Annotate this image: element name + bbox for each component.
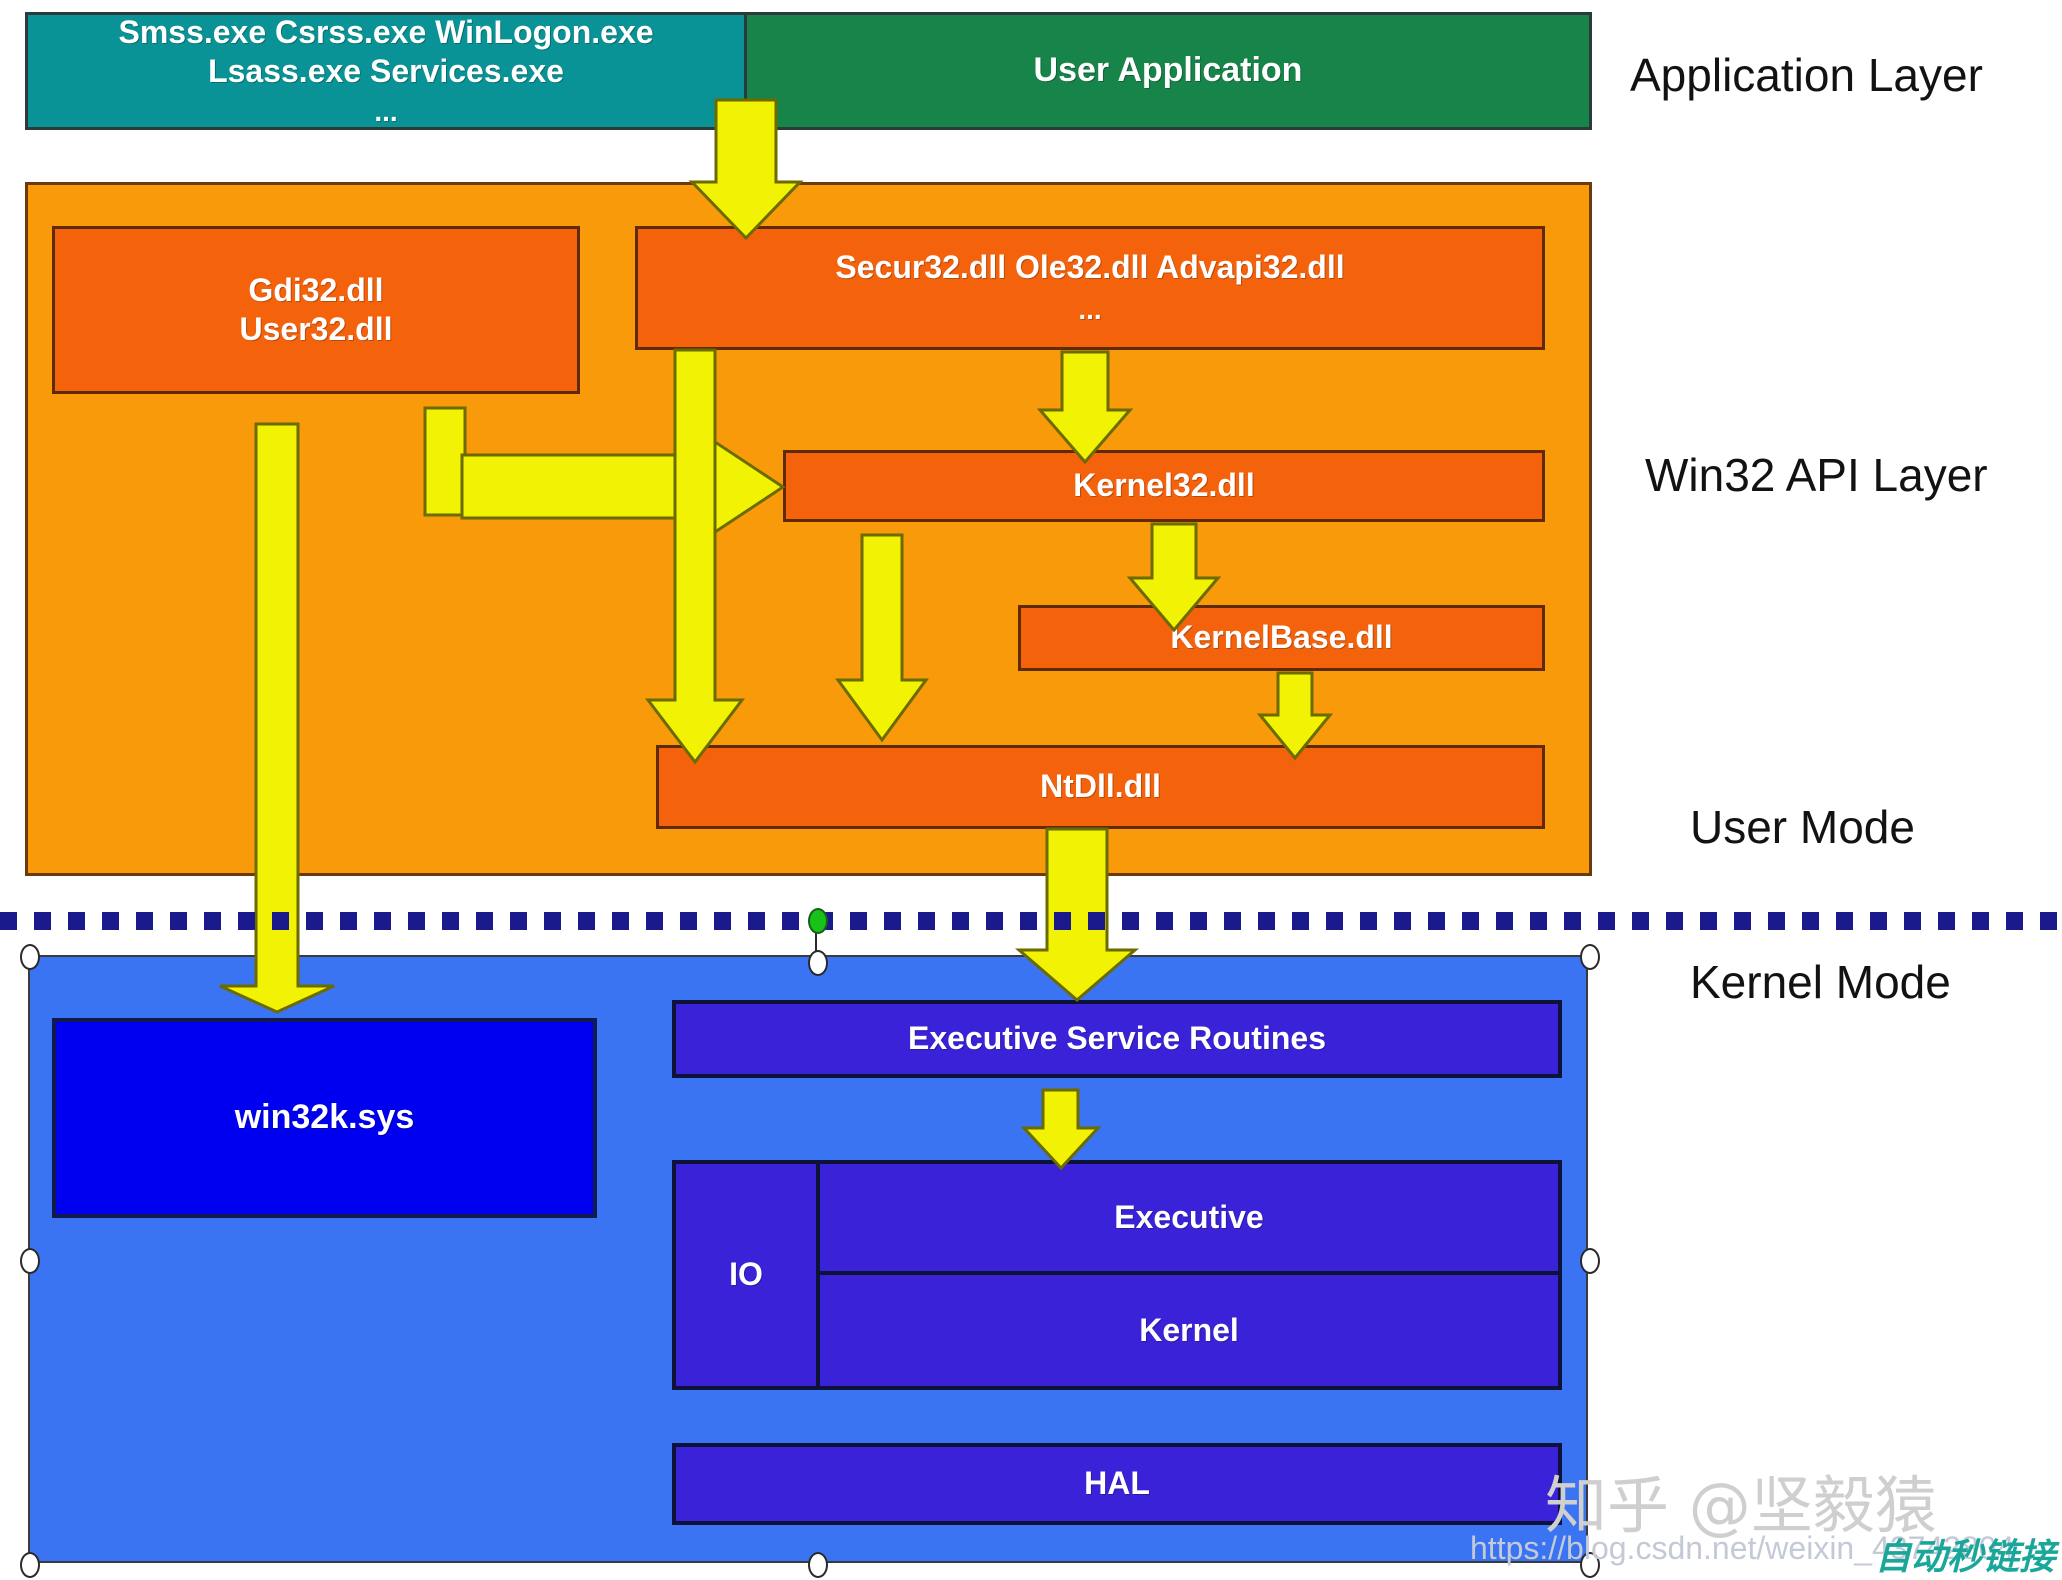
arrow-subsys-to-ntdll: [644, 348, 746, 765]
kernel-handle-top-right[interactable]: [1580, 944, 1600, 970]
kernel-handle-top-left[interactable]: [20, 944, 40, 970]
kernel-handle-bottom-left[interactable]: [20, 1552, 40, 1578]
line-selection-handle-middle[interactable]: [808, 950, 828, 976]
arrow-kernel32-to-kernelbase: [1126, 522, 1222, 633]
side-label-application-layer: Application Layer: [1630, 49, 1983, 101]
user-kernel-mode-separator[interactable]: [0, 912, 2062, 930]
kernel-handle-mid-left[interactable]: [20, 1248, 40, 1274]
arrow-subsysdll-to-kernel32: [1036, 350, 1134, 465]
side-label-win32-api-layer: Win32 API Layer: [1645, 449, 1988, 501]
arrow-kernel32-to-ntdll: [835, 533, 929, 743]
arrow-into-kernel32: [460, 429, 786, 545]
side-label-kernel-mode: Kernel Mode: [1690, 956, 1951, 1008]
arrow-execsvc-to-executive: [1020, 1088, 1102, 1171]
flow-arrows: [219, 98, 1334, 1171]
kernel-handle-mid-right[interactable]: [1580, 1248, 1600, 1274]
arrow-kernelbase-to-ntdll: [1256, 671, 1334, 761]
arrow-gdi32-elbow-stub: [423, 406, 467, 517]
teal-watermark: 自动秒链接: [1875, 1537, 2056, 1578]
diagram-canvas: Smss.exe Csrss.exe WinLogon.exe Lsass.ex…: [0, 0, 2062, 1578]
arrow-app-to-win32: [688, 98, 804, 241]
side-label-user-mode: User Mode: [1690, 801, 1915, 853]
rotate-handle[interactable]: [808, 908, 828, 934]
kernel-handle-bottom-center[interactable]: [808, 1552, 828, 1578]
